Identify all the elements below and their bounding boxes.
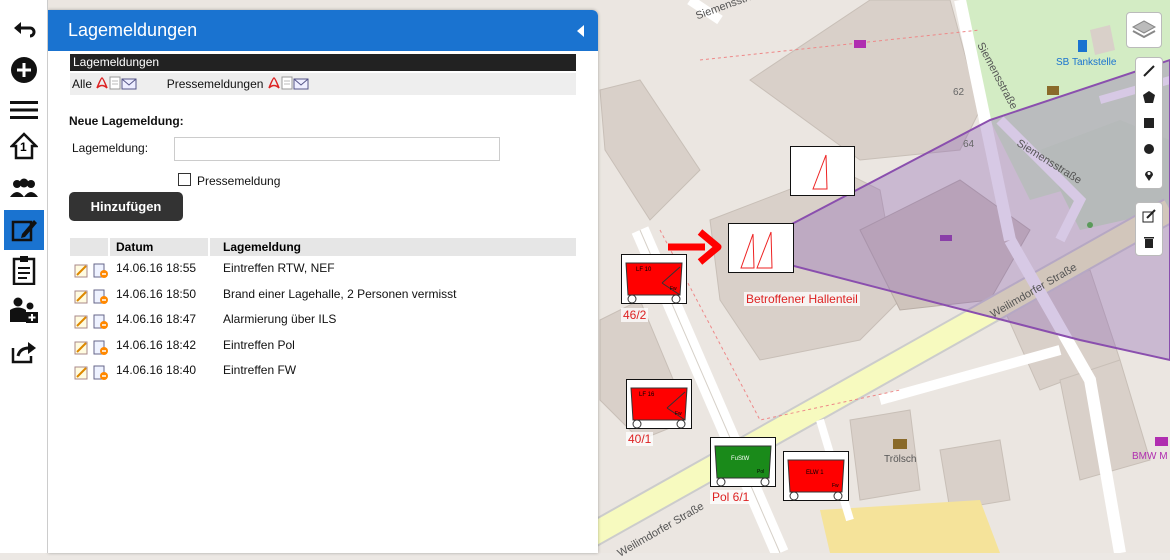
draw-toolbar: [1135, 57, 1163, 189]
edit-layers-icon[interactable]: [1136, 203, 1162, 229]
marker-tool-icon[interactable]: [1136, 162, 1162, 188]
edit-entry-icon[interactable]: [74, 364, 89, 389]
new-report-title: Neue Lagemeldung:: [69, 114, 184, 128]
house-number-label: 1: [20, 140, 27, 154]
polygon-tool-icon[interactable]: [1136, 84, 1162, 110]
vehicle-marker[interactable]: FuStW Pol: [710, 437, 776, 487]
vehicle-tag: Fw: [670, 286, 677, 292]
vehicle-name: LF 10: [636, 267, 652, 273]
collapse-panel-icon[interactable]: [577, 25, 584, 37]
mail-icon[interactable]: [293, 75, 309, 97]
delete-layers-icon[interactable]: [1136, 229, 1162, 255]
table-row: 14.06.16 18:55 Eintreffen RTW, NEF: [70, 256, 576, 282]
vehicle-marker[interactable]: LF 16 Fw: [626, 379, 692, 429]
layers-control[interactable]: [1126, 12, 1162, 48]
vehicle-tag: Fw: [832, 483, 839, 489]
vehicle-marker[interactable]: LF 10 Fw: [621, 254, 687, 304]
vehicle-marker[interactable]: ELW 1 Fw: [783, 451, 849, 501]
share-icon[interactable]: [6, 334, 42, 370]
area-marker[interactable]: [790, 146, 855, 196]
table-row: 14.06.16 18:50 Brand einer Lagehalle, 2 P…: [70, 282, 576, 308]
vehicle-name: ELW 1: [806, 470, 824, 476]
clipboard-icon[interactable]: [6, 252, 42, 288]
add-button[interactable]: Hinzufügen: [69, 192, 183, 221]
row-date: 14.06.16 18:47: [116, 312, 197, 326]
header-date: Datum: [116, 240, 154, 254]
pdf-icon[interactable]: [267, 75, 281, 97]
press-checkbox-label: Pressemeldung: [197, 174, 281, 188]
circle-tool-icon[interactable]: [1136, 136, 1162, 162]
area-marker[interactable]: [728, 223, 794, 273]
row-date: 14.06.16 18:42: [116, 337, 197, 352]
table-header: Datum Lagemeldung: [70, 238, 576, 256]
vehicle-name: LF 16: [639, 392, 655, 398]
table-row: 14.06.16 18:42 Eintreffen Pol: [70, 333, 576, 359]
vehicle-label: Pol 6/1: [710, 490, 752, 504]
group-icon[interactable]: [6, 170, 42, 206]
rectangle-tool-icon[interactable]: [1136, 110, 1162, 136]
vehicle-label: 46/2: [621, 308, 649, 322]
table-row: 14.06.16 18:47 Alarmierung über ILS: [70, 307, 576, 333]
row-message: Alarmierung über ILS: [223, 312, 337, 326]
lagemeldungen-panel: Lagemeldungen Lagemeldungen Alle Pressem…: [48, 10, 598, 553]
filter-press-label: Pressemeldungen: [166, 77, 264, 91]
header-message: Lagemeldung: [223, 240, 302, 254]
section-bar: Lagemeldungen: [70, 54, 576, 71]
vehicle-tag: Pol: [757, 469, 765, 475]
area-label: Betroffener Hallenteil: [744, 292, 860, 306]
reports-table: Datum Lagemeldung 14.06.16 18:55 Eintreff…: [70, 238, 576, 384]
row-message: Brand einer Lagehalle, 2 Personen vermis…: [223, 286, 457, 301]
panel-title: Lagemeldungen: [68, 20, 198, 40]
row-date: 14.06.16 18:50: [116, 286, 197, 301]
house-number: 64: [963, 139, 975, 150]
menu-icon[interactable]: [6, 92, 42, 128]
pdf-icon[interactable]: [95, 75, 109, 97]
poi-label: BMW M: [1132, 451, 1168, 462]
document-icon[interactable]: [109, 75, 121, 97]
poi-label: SB Tankstelle: [1056, 57, 1117, 68]
row-message: Eintreffen FW: [223, 363, 297, 377]
back-icon[interactable]: [6, 12, 42, 48]
row-message: Eintreffen RTW, NEF: [223, 261, 335, 275]
edit-icon[interactable]: [4, 210, 44, 250]
panel-header: Lagemeldungen: [48, 10, 598, 51]
row-date: 14.06.16 18:55: [116, 261, 197, 275]
polyline-tool-icon[interactable]: [1136, 58, 1162, 84]
row-message: Eintreffen Pol: [223, 337, 295, 352]
delete-entry-icon[interactable]: [93, 364, 109, 389]
vehicle-name: FuStW: [731, 456, 750, 462]
poi-label: Trölsch: [884, 454, 917, 465]
mail-icon[interactable]: [121, 75, 137, 97]
report-field-label: Lagemeldung:: [72, 141, 149, 155]
vehicle-tag: Fw: [675, 411, 682, 417]
filter-all-label: Alle: [72, 77, 93, 91]
house-1-icon[interactable]: 1: [6, 128, 42, 164]
add-icon[interactable]: [6, 52, 42, 88]
layers-icon: [1131, 20, 1157, 39]
report-input[interactable]: [174, 137, 500, 161]
people-plus-icon[interactable]: [6, 292, 42, 328]
table-row: 14.06.16 18:40 Eintreffen FW: [70, 358, 576, 384]
row-date: 14.06.16 18:40: [116, 363, 197, 377]
vehicle-label: 40/1: [626, 432, 654, 446]
document-icon[interactable]: [281, 75, 293, 97]
sidebar: 1: [0, 0, 48, 553]
house-number: 62: [953, 87, 965, 98]
press-checkbox[interactable]: [178, 173, 191, 186]
edit-toolbar: [1135, 202, 1163, 256]
export-row: Alle Pressemeldungen: [70, 73, 576, 95]
